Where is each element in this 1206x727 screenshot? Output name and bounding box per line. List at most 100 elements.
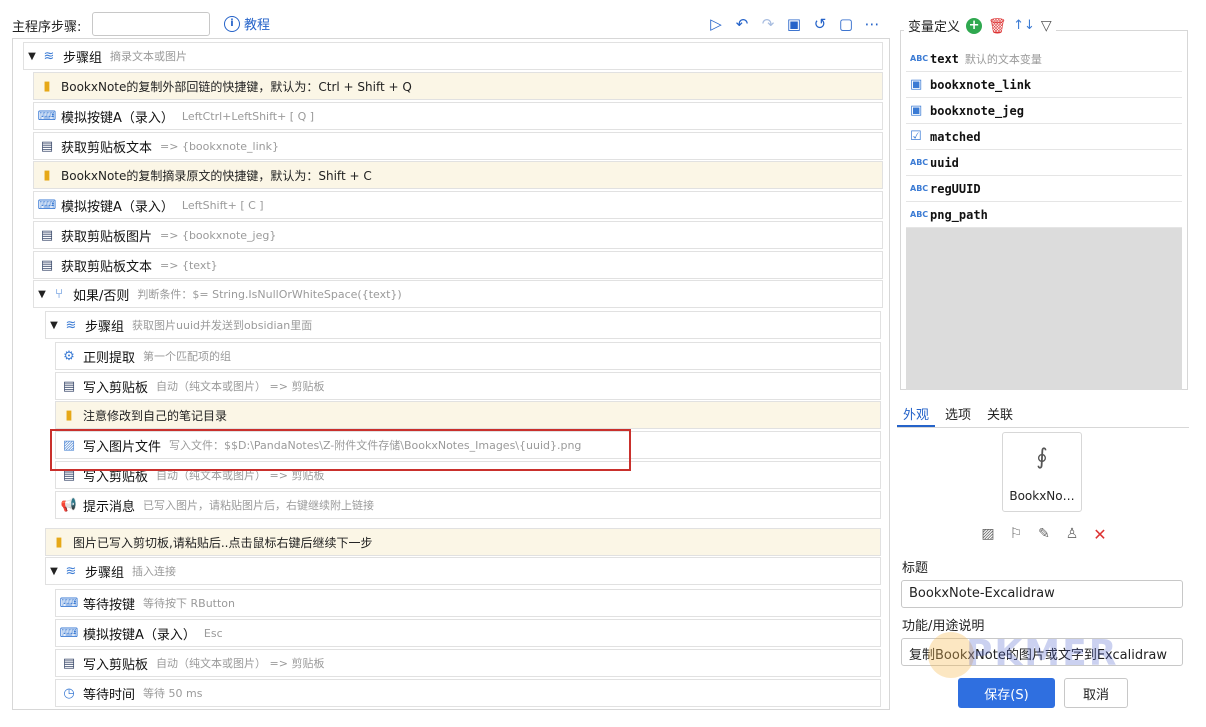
variable-row[interactable]: ▣ bookxnote_jeg: [906, 98, 1182, 124]
step-row[interactable]: ▤ 写入剪贴板 自动（纯文本或图片） => 剪贴板: [55, 461, 881, 489]
save-icon[interactable]: ▣: [784, 14, 804, 34]
filter-icon[interactable]: ▽: [1041, 18, 1052, 34]
variable-row[interactable]: ▣ bookxnote_link: [906, 72, 1182, 98]
text-type-icon: ABC: [910, 210, 929, 219]
step-name: 提示消息: [83, 499, 136, 515]
tab-0[interactable]: 外观: [897, 400, 936, 427]
image-icon[interactable]: ▨: [978, 524, 998, 544]
variables-list[interactable]: ABC text 默认的文本变量 ▣ bookxnote_link ▣ bookxnote_…: [906, 46, 1182, 390]
step-description: => {bookxnote_link}: [160, 139, 280, 153]
shirt-icon[interactable]: ♙: [1062, 524, 1082, 544]
group-row[interactable]: ▼ ≋ 步骤组 摘录文本或图片: [23, 42, 883, 70]
note-add-icon[interactable]: ▢: [836, 14, 856, 34]
group-row[interactable]: ▼ ≋ 步骤组 插入连接: [45, 557, 881, 585]
note-row[interactable]: ▮ BookxNote的复制摘录原文的快捷键，默认为：Shift + C: [33, 161, 883, 189]
step-row[interactable]: ⌨ 模拟按键A（录入） Esc: [55, 619, 881, 647]
variable-row[interactable]: ABC text 默认的文本变量: [906, 46, 1182, 72]
run-icon[interactable]: ▷: [706, 14, 726, 34]
group-row[interactable]: ▼ ≋ 步骤组 获取图片uuid并发送到obsidian里面: [45, 311, 881, 339]
step-row[interactable]: 📢 提示消息 已写入图片，请粘贴图片后，右键继续附上链接: [55, 491, 881, 519]
step-row[interactable]: ▤ 获取剪贴板文本 => {text}: [33, 251, 883, 279]
sort-icon[interactable]: ↑↓: [1013, 18, 1035, 33]
more-icon[interactable]: ⋯: [862, 14, 882, 34]
note-icon: ▮: [43, 167, 51, 183]
undo-icon[interactable]: ↶: [732, 14, 752, 34]
step-row[interactable]: ▤ 写入剪贴板 自动（纯文本或图片） => 剪贴板: [55, 649, 881, 677]
tutorial-link[interactable]: i 教程: [224, 14, 270, 33]
variable-row[interactable]: ABC regUUID: [906, 176, 1182, 202]
step-name: 写入剪贴板: [83, 657, 149, 673]
tab-2[interactable]: 关联: [981, 400, 1019, 427]
expand-toggle-icon[interactable]: ▼: [48, 320, 60, 331]
step-name: 模拟按键A（录入）: [61, 199, 174, 215]
tab-1[interactable]: 选项: [939, 400, 977, 427]
step-row[interactable]: ▤ 获取剪贴板图片 => {bookxnote_jeg}: [33, 221, 883, 249]
step-name: 模拟按键A（录入）: [61, 110, 174, 126]
title-field[interactable]: BookxNote-Excalidraw: [901, 580, 1183, 608]
step-description: LeftShift+ [ C ]: [181, 198, 264, 212]
icon-actions: ▨ ⚐ ✎ ♙ ✕: [978, 524, 1110, 544]
step-description: => {bookxnote_jeg}: [160, 228, 277, 242]
step-row[interactable]: ▨ 写入图片文件 写入文件：$$D:\PandaNotes\Z-附件文件存储\Boo…: [55, 431, 881, 459]
variable-row[interactable]: ABC png_path: [906, 202, 1182, 228]
step-name: 等待按键: [83, 597, 136, 613]
step-tree[interactable]: ▼ ≋ 步骤组 摘录文本或图片 ▮ BookxNote的复制外部回链的快捷键，默认为：Ct…: [12, 38, 890, 710]
main-steps-input[interactable]: [92, 12, 210, 36]
title-label: 标题: [902, 561, 929, 576]
branch-icon: ⑂: [55, 286, 63, 302]
expand-toggle-icon[interactable]: ▼: [26, 51, 38, 62]
note-icon: ▮: [43, 78, 51, 94]
megaphone-icon: 📢: [60, 497, 78, 513]
step-row[interactable]: ⌨ 模拟按键A（录入） LeftShift+ [ C ]: [33, 191, 883, 219]
clipboard-icon: ▤: [40, 257, 54, 273]
step-description: 自动（纯文本或图片） => 剪贴板: [156, 380, 325, 393]
step-name: 写入剪贴板: [83, 469, 149, 485]
variable-name: bookxnote_jeg: [930, 103, 1024, 118]
step-description: 等待按下 RButton: [143, 597, 236, 610]
eyedropper-icon[interactable]: ✎: [1034, 524, 1054, 544]
step-name: 获取剪贴板文本: [61, 140, 153, 156]
group-row[interactable]: ▼ ⑂ 如果/否则 判断条件：$= String.IsNullOrWhiteSpace…: [33, 280, 883, 308]
bookxnote-logo-icon: ∮: [1036, 445, 1048, 470]
note-row[interactable]: ▮ 图片已写入剪切板,请粘贴后..点击鼠标右键后继续下一步: [45, 528, 881, 556]
expand-toggle-icon[interactable]: ▼: [48, 566, 60, 577]
clipboard-icon: ▤: [40, 227, 54, 243]
step-row[interactable]: ▤ 获取剪贴板文本 => {bookxnote_link}: [33, 132, 883, 160]
step-description: 等待 50 ms: [143, 687, 203, 700]
redo-icon[interactable]: ↷: [758, 14, 778, 34]
history-icon[interactable]: ↺: [810, 14, 830, 34]
step-name: 模拟按键A（录入）: [83, 627, 196, 643]
timer-icon: ◷: [63, 685, 75, 701]
step-description: 判断条件：$= String.IsNullOrWhiteSpace({text}…: [137, 288, 402, 301]
image-type-icon: ▣: [910, 103, 923, 118]
variable-row[interactable]: ☑ matched: [906, 124, 1182, 150]
note-text: BookxNote的复制摘录原文的快捷键，默认为：Shift + C: [61, 168, 372, 183]
property-tabs: 外观 选项 关联: [897, 400, 1189, 428]
step-name: 写入剪贴板: [83, 380, 149, 396]
cancel-button[interactable]: 取消: [1064, 678, 1128, 708]
step-row[interactable]: ⌨ 模拟按键A（录入） LeftCtrl+LeftShift+ [ Q ]: [33, 102, 883, 130]
keyboard-icon: ⌨: [37, 108, 57, 124]
step-name: 如果/否则: [73, 288, 130, 304]
icon-preview[interactable]: ∮ BookxNo…: [1002, 432, 1082, 512]
step-row[interactable]: ▤ 写入剪贴板 自动（纯文本或图片） => 剪贴板: [55, 372, 881, 400]
watermark: PKMER: [928, 632, 1118, 678]
expand-toggle-icon[interactable]: ▼: [36, 289, 48, 300]
layers-icon: ≋: [43, 48, 55, 64]
variable-row[interactable]: ABC uuid: [906, 150, 1182, 176]
step-row[interactable]: ◷ 等待时间 等待 50 ms: [55, 679, 881, 707]
add-variable-icon[interactable]: +: [966, 17, 983, 34]
step-description: 插入连接: [132, 565, 177, 578]
save-button[interactable]: 保存(S): [958, 678, 1055, 708]
note-row[interactable]: ▮ BookxNote的复制外部回链的快捷键，默认为：Ctrl + Shift +…: [33, 72, 883, 100]
flag-icon[interactable]: ⚐: [1006, 524, 1026, 544]
step-row[interactable]: ⌨ 等待按键 等待按下 RButton: [55, 589, 881, 617]
step-row[interactable]: ⚙ 正则提取 第一个匹配项的组: [55, 342, 881, 370]
step-description: 自动（纯文本或图片） => 剪贴板: [156, 469, 325, 482]
note-row[interactable]: ▮ 注意修改到自己的笔记目录: [55, 401, 881, 429]
delete-icon[interactable]: 🗑: [988, 17, 1007, 35]
note-text: 注意修改到自己的笔记目录: [83, 408, 228, 423]
clear-icon[interactable]: ✕: [1090, 524, 1110, 544]
variables-header: 变量定义 + 🗑 ↑↓ ▽: [904, 16, 1056, 35]
text-type-icon: ABC: [910, 158, 929, 167]
